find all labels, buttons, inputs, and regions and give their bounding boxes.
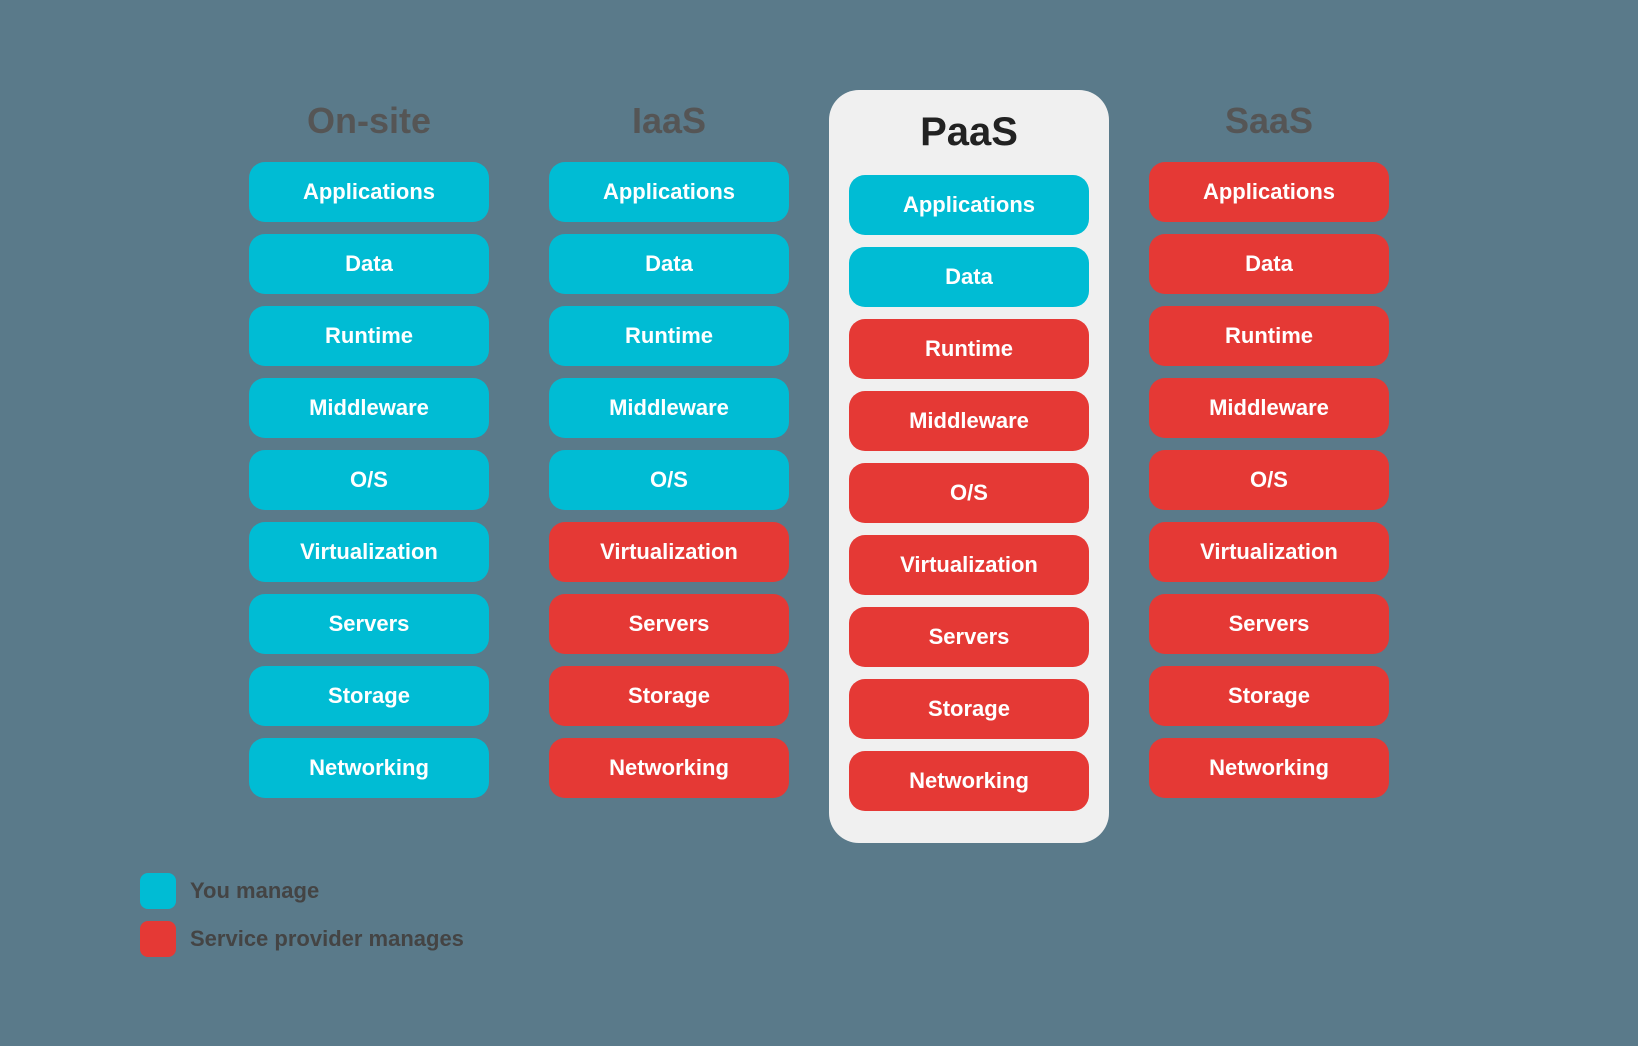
pill-paas-8: Networking <box>849 751 1089 811</box>
legend-label: You manage <box>190 878 319 904</box>
pill-saas-1: Data <box>1149 234 1389 294</box>
pill-iaas-7: Storage <box>549 666 789 726</box>
legend-item: Service provider manages <box>140 921 464 957</box>
columns-wrapper: On-site Applications Data Runtime Middleware… <box>219 90 1419 843</box>
pill-iaas-0: Applications <box>549 162 789 222</box>
pill-saas-0: Applications <box>1149 162 1389 222</box>
pill-saas-7: Storage <box>1149 666 1389 726</box>
pill-paas-2: Runtime <box>849 319 1089 379</box>
pill-onsite-5: Virtualization <box>249 522 489 582</box>
pill-saas-6: Servers <box>1149 594 1389 654</box>
legend: You manage Service provider manages <box>140 873 464 957</box>
pill-onsite-2: Runtime <box>249 306 489 366</box>
pill-paas-1: Data <box>849 247 1089 307</box>
pill-onsite-6: Servers <box>249 594 489 654</box>
main-container: On-site Applications Data Runtime Middleware… <box>0 50 1638 997</box>
pill-paas-7: Storage <box>849 679 1089 739</box>
pill-iaas-6: Servers <box>549 594 789 654</box>
legend-item: You manage <box>140 873 464 909</box>
pill-iaas-3: Middleware <box>549 378 789 438</box>
pill-saas-2: Runtime <box>1149 306 1389 366</box>
pill-paas-6: Servers <box>849 607 1089 667</box>
pill-saas-4: O/S <box>1149 450 1389 510</box>
pill-saas-8: Networking <box>1149 738 1389 798</box>
pill-saas-3: Middleware <box>1149 378 1389 438</box>
pill-onsite-7: Storage <box>249 666 489 726</box>
pill-iaas-5: Virtualization <box>549 522 789 582</box>
column-paas: PaaS Applications Data Runtime Middleware O/S… <box>829 90 1109 843</box>
legend-dot-red <box>140 921 176 957</box>
pill-iaas-1: Data <box>549 234 789 294</box>
pill-iaas-2: Runtime <box>549 306 789 366</box>
pill-onsite-8: Networking <box>249 738 489 798</box>
column-onsite: On-site Applications Data Runtime Middleware… <box>229 90 509 810</box>
pill-onsite-0: Applications <box>249 162 489 222</box>
column-header-onsite: On-site <box>307 90 431 142</box>
column-header-saas: SaaS <box>1225 90 1313 142</box>
pill-onsite-4: O/S <box>249 450 489 510</box>
column-header-iaas: IaaS <box>632 90 706 142</box>
column-header-paas: PaaS <box>920 90 1018 155</box>
pill-onsite-1: Data <box>249 234 489 294</box>
column-saas: SaaS Applications Data Runtime Middleware O/S… <box>1129 90 1409 810</box>
pill-iaas-8: Networking <box>549 738 789 798</box>
pill-saas-5: Virtualization <box>1149 522 1389 582</box>
pill-paas-3: Middleware <box>849 391 1089 451</box>
pill-onsite-3: Middleware <box>249 378 489 438</box>
legend-label: Service provider manages <box>190 926 464 952</box>
pill-paas-5: Virtualization <box>849 535 1089 595</box>
pill-paas-4: O/S <box>849 463 1089 523</box>
pill-iaas-4: O/S <box>549 450 789 510</box>
pill-paas-0: Applications <box>849 175 1089 235</box>
column-iaas: IaaS Applications Data Runtime Middleware O/S… <box>529 90 809 810</box>
legend-dot-teal <box>140 873 176 909</box>
